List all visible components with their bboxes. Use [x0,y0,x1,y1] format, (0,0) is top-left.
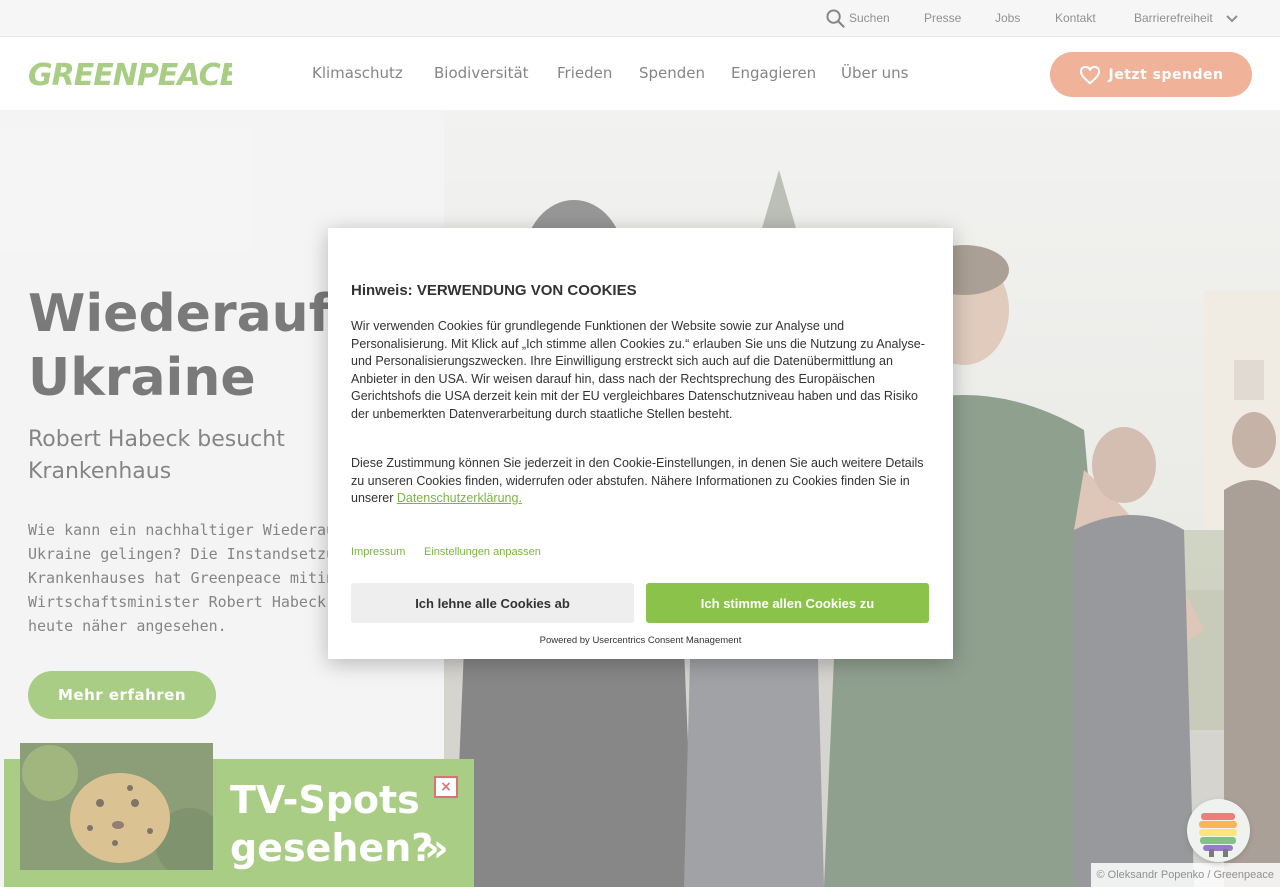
deny-all-cookies-button[interactable]: Ich lehne alle Cookies ab [351,583,634,623]
powered-by-usercentrics: Powered by Usercentrics Consent Manageme… [539,635,742,646]
cookie-dialog-paragraph-2: Diese Zustimmung können Sie jederzeit in… [351,455,931,508]
cookie-consent-dialog: Hinweis: VERWENDUNG VON COOKIES Wir verw… [328,228,953,659]
cookie-settings-link[interactable]: Einstellungen anpassen [424,546,541,558]
cookie-dialog-paragraph-1: Wir verwenden Cookies für grundlegende F… [351,319,925,421]
impressum-link[interactable]: Impressum [351,546,405,558]
cookie-dialog-title: Hinweis: VERWENDUNG VON COOKIES [351,282,637,299]
accept-all-cookies-button[interactable]: Ich stimme allen Cookies zu [646,583,929,623]
privacy-policy-link[interactable]: Datenschutzerklärung. [397,491,522,505]
